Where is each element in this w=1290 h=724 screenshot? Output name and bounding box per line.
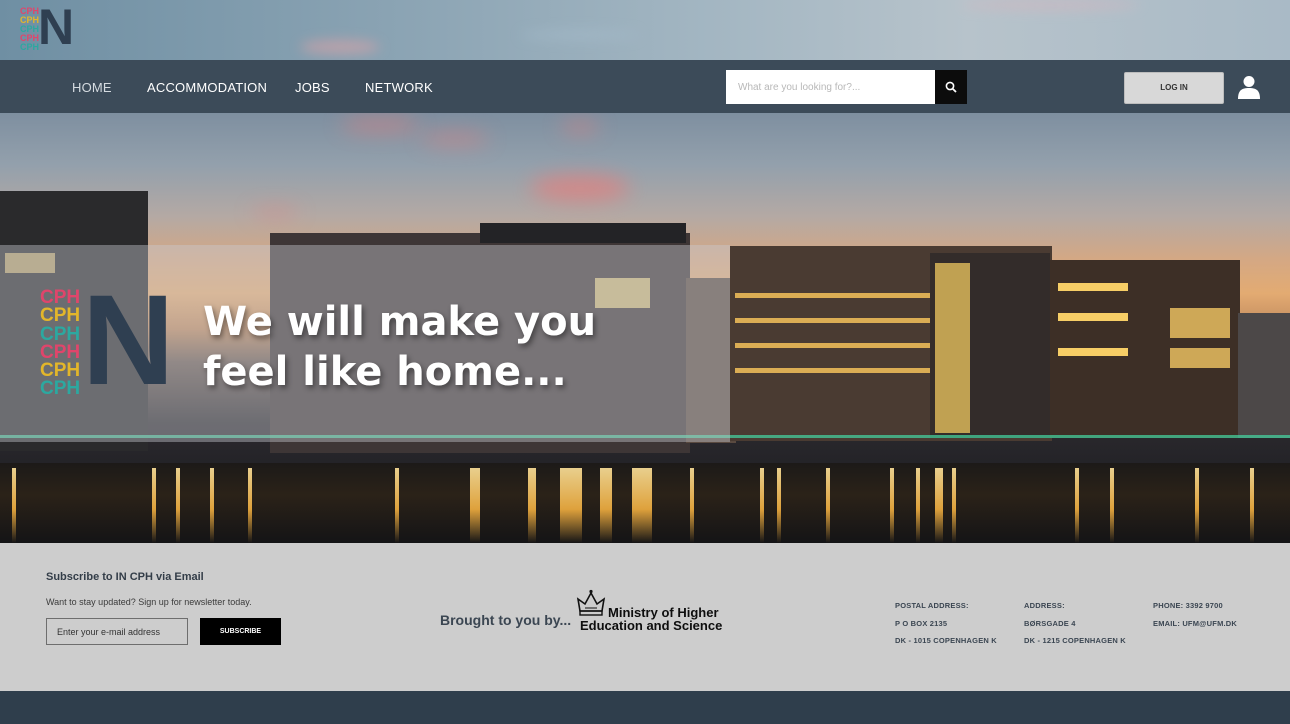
- nav-home[interactable]: HOME: [72, 81, 112, 95]
- brought-by-text: Brought to you by...: [440, 612, 572, 628]
- site-logo[interactable]: CPH CPH CPH CPH CPH N: [18, 2, 74, 54]
- nav-network[interactable]: NETWORK: [365, 81, 433, 95]
- login-button[interactable]: LOG IN: [1124, 72, 1224, 104]
- footer: Subscribe to IN CPH via Email Want to st…: [0, 543, 1290, 691]
- subscribe-description: Want to stay updated? Sign up for newsle…: [46, 597, 252, 607]
- hero-logo-letter: N: [82, 269, 174, 412]
- hero-banner: CPH CPH CPH CPH CPH CPH N We will make y…: [0, 113, 1290, 543]
- hero-headline-line1: We will make you: [203, 299, 597, 345]
- search-icon: [945, 81, 957, 93]
- search-button[interactable]: [935, 70, 967, 104]
- bottom-bar: [0, 691, 1290, 724]
- logo-stack: CPH CPH CPH CPH CPH: [20, 6, 40, 52]
- building-roof: [480, 223, 686, 243]
- address-label: ADDRESS:: [1024, 601, 1065, 610]
- top-banner: [0, 0, 1290, 60]
- email-field[interactable]: [46, 618, 188, 645]
- logo-letter: N: [38, 0, 75, 55]
- nav-jobs[interactable]: JOBS: [295, 81, 330, 95]
- hero-headline: We will make you feel like home...: [203, 297, 633, 397]
- hero-headline-line2: feel like home...: [203, 349, 567, 395]
- ministry-logo: Ministry of Higher Education and Science: [580, 605, 723, 633]
- crown-icon: [576, 589, 606, 616]
- subscribe-button[interactable]: SUBSCRIBE: [200, 618, 281, 645]
- subscribe-title: Subscribe to IN CPH via Email: [46, 571, 204, 583]
- phone-text: PHONE: 3392 9700: [1153, 601, 1223, 610]
- nav-accommodation[interactable]: ACCOMMODATION: [147, 81, 267, 95]
- postal-address-line: DK - 1015 COPENHAGEN K: [895, 636, 997, 645]
- address-line: DK - 1215 COPENHAGEN K: [1024, 636, 1126, 645]
- hero-logo: CPH CPH CPH CPH CPH CPH N: [40, 277, 174, 405]
- email-link[interactable]: EMAIL: UFM@UFM.DK: [1153, 619, 1237, 628]
- address-line: BØRSGADE 4: [1024, 619, 1076, 628]
- building: [1238, 313, 1290, 438]
- postal-address-label: POSTAL ADDRESS:: [895, 601, 969, 610]
- user-icon[interactable]: [1238, 75, 1260, 99]
- search-input[interactable]: [726, 70, 935, 104]
- hero-logo-stack: CPH CPH CPH CPH CPH CPH: [40, 287, 81, 400]
- main-nav: HOME ACCOMMODATION JOBS NETWORK LOG IN: [0, 60, 1290, 113]
- postal-address-line: P O BOX 2135: [895, 619, 948, 628]
